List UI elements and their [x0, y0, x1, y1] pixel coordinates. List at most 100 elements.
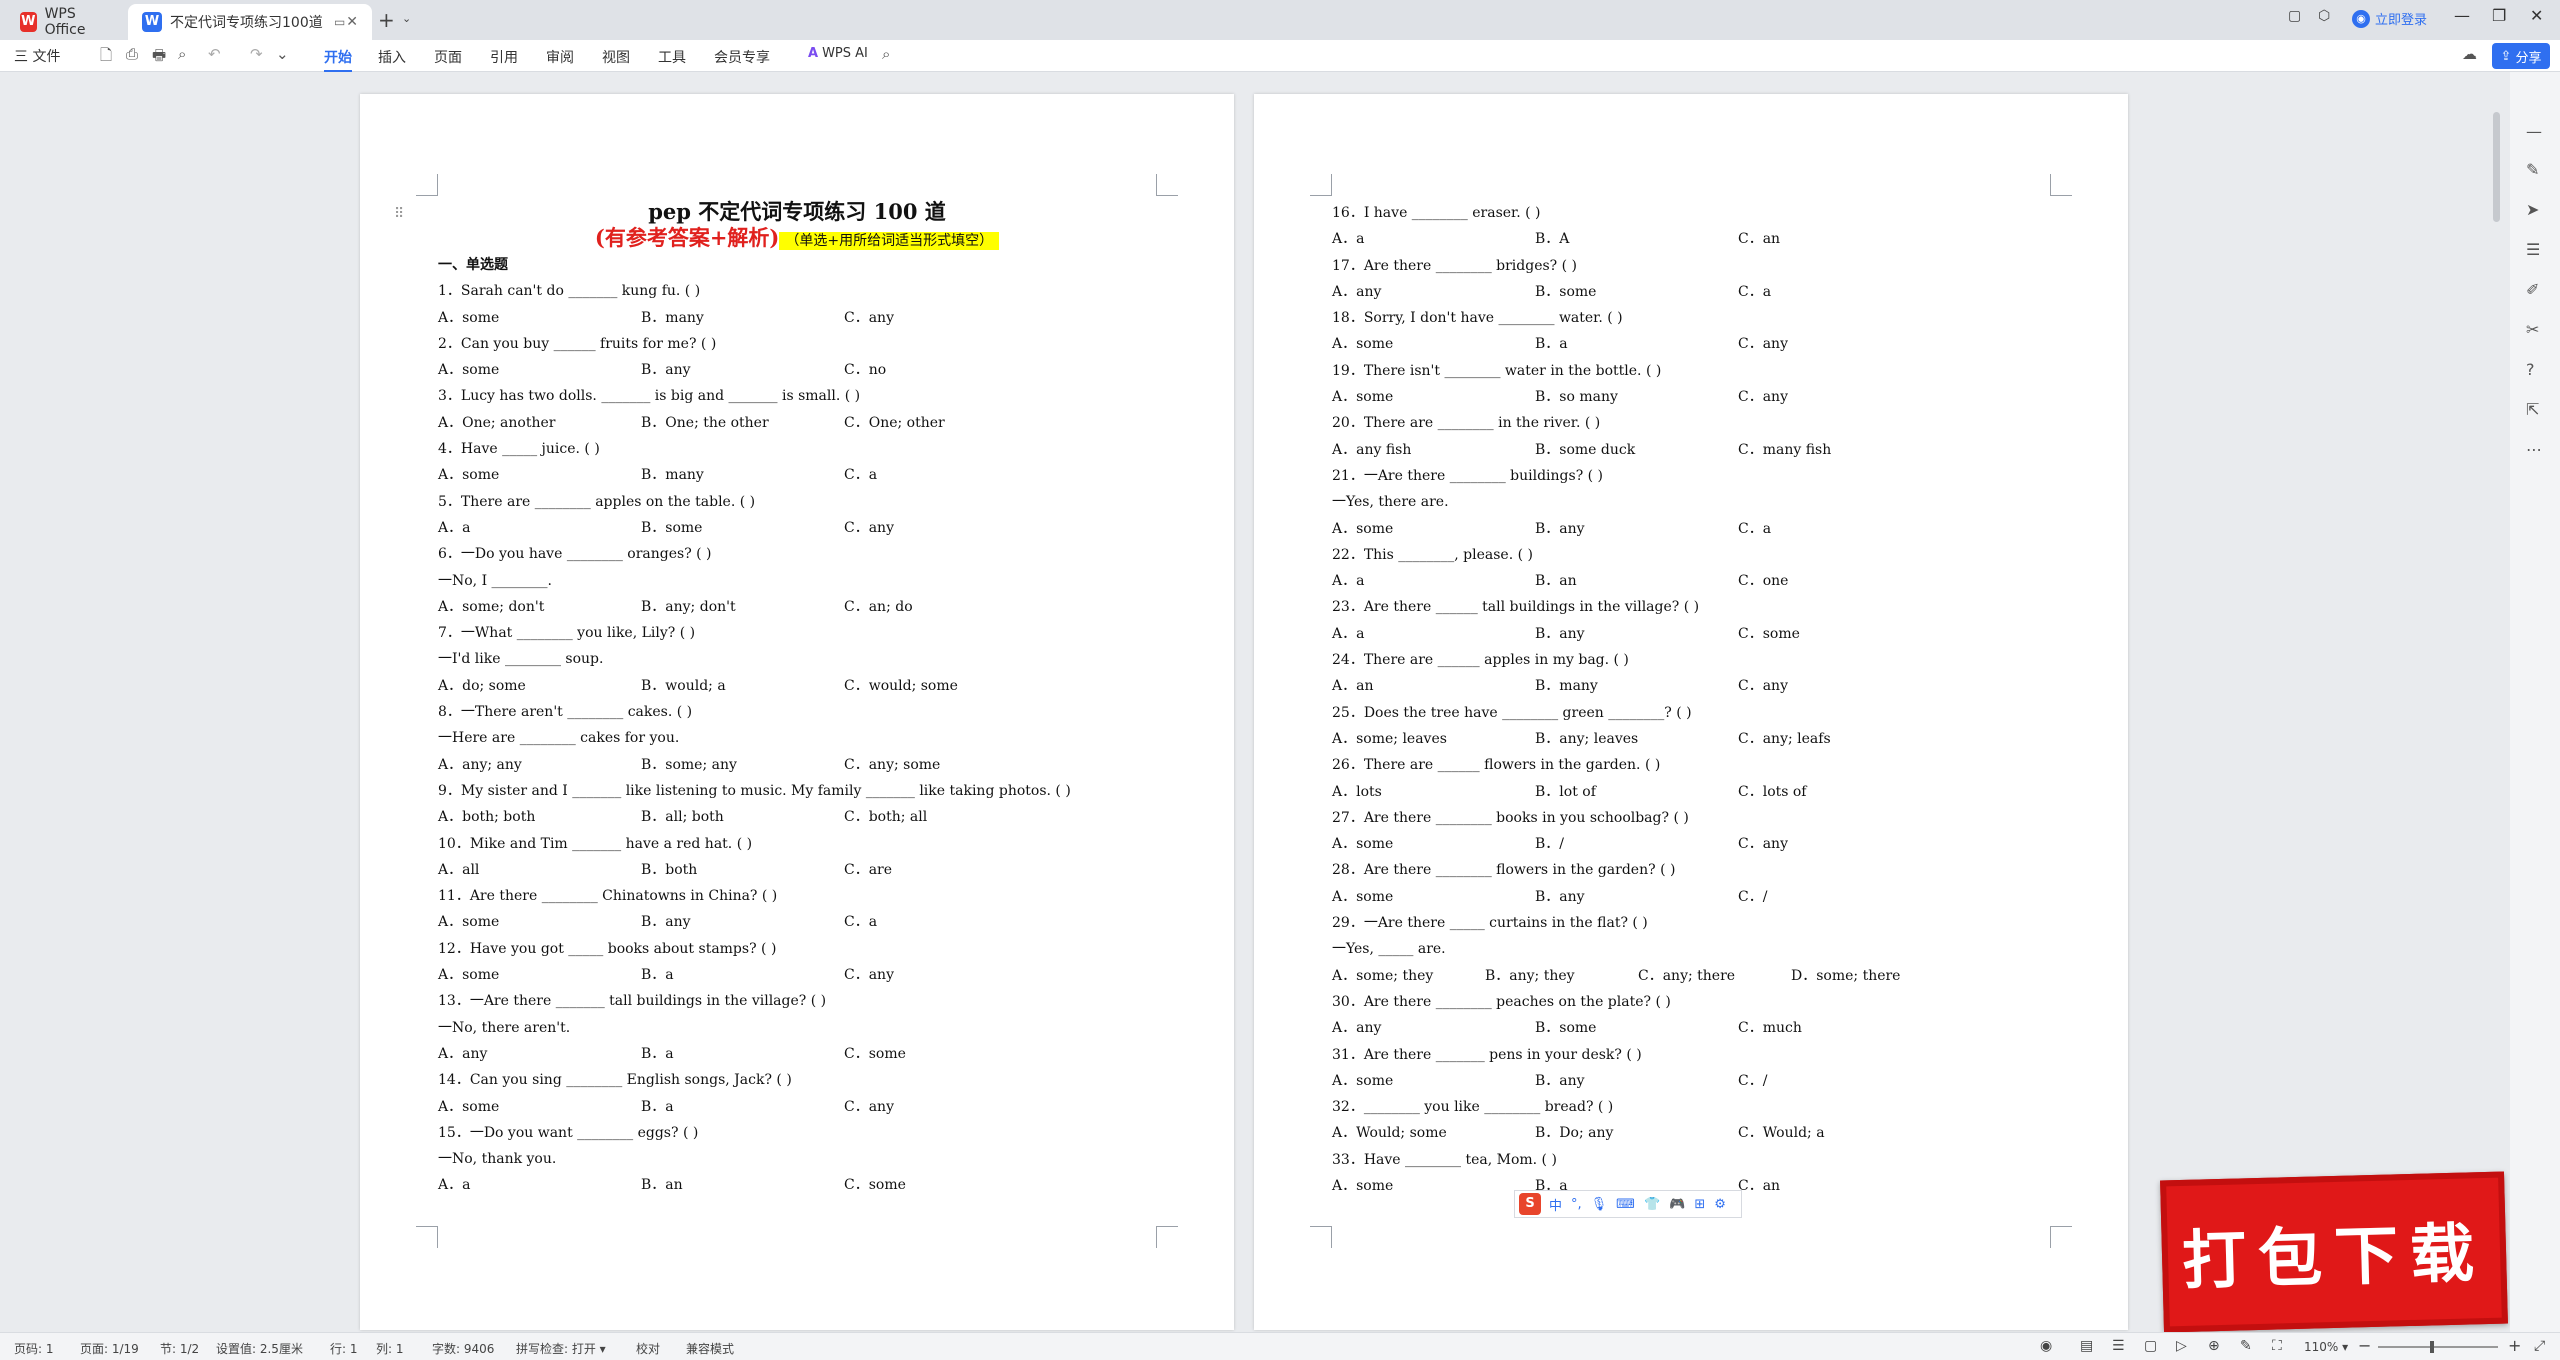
scrollbar-thumb[interactable] — [2493, 112, 2500, 222]
col-indicator[interactable]: 列: 1 — [376, 1340, 404, 1357]
keyboard-icon[interactable]: ⌨ — [1616, 1197, 1635, 1212]
fullscreen-icon[interactable]: ⤢ — [2534, 1338, 2545, 1354]
restore-icon[interactable]: ❐ — [2492, 6, 2506, 25]
web-icon[interactable]: ⊕ — [2208, 1338, 2220, 1354]
zoom-slider-knob[interactable] — [2430, 1341, 2434, 1353]
tab-document[interactable]: W 不定代词专项练习100道（有答 ▭ ✕ — [128, 4, 372, 40]
help-icon[interactable]: ? — [2526, 360, 2535, 379]
export-pdf-icon[interactable]: ⎙ — [126, 45, 138, 63]
outline-icon[interactable]: ☰ — [2112, 1338, 2125, 1354]
options-row: A．all B．both C．are — [438, 857, 1156, 883]
question-line: 32．________ you like ________ bread? ( ) — [1332, 1099, 1614, 1116]
tab-insert[interactable]: 插入 — [378, 47, 406, 67]
download-banner[interactable]: 打包下载 — [2160, 1171, 2508, 1333]
page-number[interactable]: 页码: 1 — [14, 1340, 54, 1357]
question-line: 30．Are there ________ peaches on the pla… — [1332, 993, 1671, 1010]
word-count[interactable]: 字数: 9406 — [432, 1340, 494, 1357]
close-window-icon[interactable]: ✕ — [2530, 6, 2543, 25]
subtitle-highlight: （单选+用所给词适当形式填空） — [779, 232, 1000, 250]
share-doc-icon[interactable]: ⇱ — [2526, 400, 2539, 419]
setting-value[interactable]: 设置值: 2.5厘米 — [216, 1340, 303, 1357]
zoom-level[interactable]: 110% ▾ — [2304, 1340, 2348, 1354]
tab-wps-office[interactable]: W WPS Office — [6, 4, 122, 40]
zoom-in-icon[interactable]: + — [2508, 1336, 2521, 1355]
option-c: C．any — [1738, 389, 1788, 406]
spell-check[interactable]: 拼写检查: 打开 ▾ — [516, 1340, 606, 1357]
option-a: A．any — [1332, 283, 1382, 300]
print-preview-icon[interactable]: ⌕ — [178, 45, 186, 63]
option-b: B．some; any — [641, 756, 737, 773]
search-icon[interactable]: ⌕ — [882, 45, 890, 63]
chinese-mode-icon[interactable]: 中 — [1549, 1195, 1562, 1214]
share-button[interactable]: ⇪ 分享 — [2492, 43, 2550, 69]
more-icon[interactable]: ⋯ — [2526, 440, 2542, 459]
settings-icon[interactable]: ⚙ — [1714, 1197, 1726, 1212]
adjust-icon[interactable]: ☰ — [2526, 240, 2540, 259]
print-icon[interactable]: 🖶 — [152, 45, 166, 70]
tab-review[interactable]: 审阅 — [546, 47, 574, 67]
cursor-icon[interactable]: ➤ — [2526, 200, 2539, 219]
document-page-2[interactable]: 16．I have ________ eraser. ( ) A．a B．A C．an… — [1254, 94, 2128, 1330]
option-b: B．some duck — [1535, 441, 1636, 458]
apps-icon[interactable]: ⊞ — [1694, 1197, 1705, 1212]
section-count[interactable]: 节: 1/2 — [160, 1340, 199, 1357]
page-count[interactable]: 页面: 1/19 — [80, 1340, 139, 1357]
undo-icon[interactable]: ↶ — [208, 45, 221, 63]
punctuation-icon[interactable]: °, — [1571, 1197, 1582, 1212]
minimize-icon[interactable]: — — [2454, 6, 2470, 25]
option-b: B．any — [641, 914, 691, 931]
question-line: 29．一Are there _____ curtains in the flat… — [1332, 915, 1648, 932]
redo-icon[interactable]: ↷ — [250, 45, 263, 63]
cloud-icon[interactable]: ☁ — [2462, 45, 2477, 63]
tab-references[interactable]: 引用 — [490, 47, 518, 67]
chevron-down-icon[interactable]: ⌄ — [276, 45, 289, 63]
document-page-1[interactable]: ⠿ pep 不定代词专项练习 100 道 (有参考答案+解析) （单选+用所给词适… — [360, 94, 1234, 1330]
pen-icon[interactable]: ✎ — [2240, 1338, 2252, 1354]
play-icon[interactable]: ▷ — [2176, 1338, 2187, 1354]
tools-icon[interactable]: ✂ — [2526, 320, 2539, 339]
game-icon[interactable]: 🎮 — [1669, 1197, 1685, 1212]
tab-home[interactable]: 开始 — [324, 47, 352, 72]
chevron-down-icon[interactable]: ⌄ — [402, 12, 411, 25]
minus-icon[interactable]: — — [2526, 122, 2542, 141]
row-indicator[interactable]: 行: 1 — [330, 1340, 358, 1357]
ime-toolbar[interactable]: S 中 °, 🎙 ⌨ 👕 🎮 ⊞ ⚙ — [1514, 1190, 1742, 1218]
pen-icon[interactable]: ✎ — [2526, 160, 2539, 179]
save-icon[interactable]: 🗋 — [100, 45, 112, 70]
option-a: A．a — [1332, 231, 1365, 248]
option-c: C．any — [844, 967, 894, 984]
microphone-icon[interactable]: 🎙 — [1591, 1197, 1608, 1212]
close-tab-icon[interactable]: ✕ — [346, 14, 358, 30]
zoom-slider[interactable] — [2378, 1346, 2498, 1348]
edit-icon[interactable]: ✐ — [2526, 280, 2539, 299]
tab-view[interactable]: 视图 — [602, 47, 630, 67]
login-link[interactable]: ◉ 立即登录 — [2352, 9, 2427, 28]
compat-mode[interactable]: 兼容模式 — [686, 1340, 734, 1357]
tab-tools[interactable]: 工具 — [658, 47, 686, 67]
new-tab-icon[interactable]: + — [378, 8, 395, 32]
option-a: A．a — [438, 519, 471, 536]
question-line: 9．My sister and I _______ like listening… — [438, 782, 1071, 799]
option-b: B．a — [641, 967, 674, 984]
ai-icon: A — [808, 46, 819, 61]
options-row: A．some B．many C．any — [438, 305, 1156, 331]
cube-icon[interactable]: ⬡ — [2318, 8, 2330, 24]
proofread[interactable]: 校对 — [636, 1340, 660, 1357]
vertical-scrollbar[interactable] — [2490, 72, 2504, 1332]
fit-icon[interactable]: ⛶ — [2272, 1338, 2282, 1354]
screen-icon[interactable]: ▭ — [334, 15, 345, 29]
skin-icon[interactable]: 👕 — [1644, 1197, 1660, 1212]
option-c: C．/ — [1738, 1072, 1768, 1089]
tab-member[interactable]: 会员专享 — [714, 47, 770, 67]
read-mode-icon[interactable]: ▢ — [2144, 1338, 2157, 1354]
page-view-icon[interactable]: ▤ — [2080, 1338, 2093, 1354]
tab-page[interactable]: 页面 — [434, 47, 462, 67]
eye-icon[interactable]: ◉ — [2040, 1338, 2052, 1354]
window-icon[interactable]: ▢ — [2288, 8, 2301, 24]
wps-ai-button[interactable]: A WPS AI — [808, 46, 868, 61]
options-row: A．any B．some C．a — [1332, 279, 2050, 305]
zoom-out-icon[interactable]: − — [2358, 1336, 2371, 1355]
file-menu[interactable]: 三 文件 — [14, 46, 60, 66]
drag-handle-icon[interactable]: ⠿ — [394, 206, 404, 222]
option-c: C．/ — [1738, 888, 1768, 905]
